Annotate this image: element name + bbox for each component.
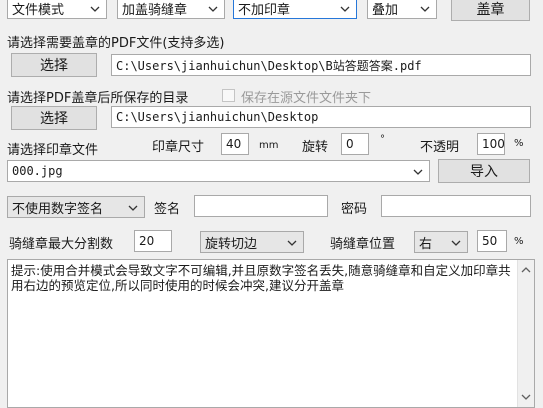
overlay-select[interactable]: 叠加	[367, 0, 437, 19]
stamp-select-value: 不加印章	[238, 2, 291, 18]
chevron-down-icon	[413, 169, 423, 175]
max-split-label: 骑缝章最大分割数	[9, 237, 114, 252]
seal-size-unit: mm	[259, 140, 279, 151]
position-unit: %	[514, 236, 524, 247]
mode-select[interactable]: 文件模式	[7, 0, 107, 19]
signature-password-input[interactable]	[381, 195, 531, 217]
chevron-down-icon	[340, 6, 350, 12]
seal-size-label: 印章尺寸	[152, 140, 205, 155]
seal-type-select[interactable]: 加盖骑缝章	[117, 0, 225, 19]
stamp-select[interactable]: 不加印章	[233, 0, 357, 19]
same-folder-label: 保存在源文件文件夹下	[241, 91, 372, 106]
seal-file-select[interactable]: 000.jpg	[7, 160, 430, 182]
notice-text: 提示:使用合并模式会导致文字不可编辑,并且原数字签名丢失,随意骑缝章和自定义加印…	[11, 263, 511, 293]
output-browse-button[interactable]: 选择	[11, 106, 97, 130]
import-button[interactable]: 导入	[438, 159, 530, 183]
rotate-input[interactable]: 0	[341, 133, 369, 155]
seal-type-select-value: 加盖骑缝章	[122, 2, 188, 18]
scroll-up-icon[interactable]	[518, 262, 534, 278]
chevron-down-icon	[287, 240, 297, 246]
position-select[interactable]: 右	[414, 231, 468, 253]
output-label: 请选择PDF盖章后所保存的目录	[7, 91, 189, 106]
cut-select-value: 旋转切边	[205, 236, 258, 252]
max-split-input[interactable]: 20	[134, 230, 172, 252]
opacity-label: 不透明	[420, 140, 460, 155]
signature-name-label: 签名	[154, 202, 181, 217]
chevron-down-icon	[451, 240, 461, 246]
seal-size-input[interactable]: 40	[221, 133, 249, 155]
signature-name-input[interactable]	[194, 195, 328, 217]
signature-select-value: 不使用数字签名	[12, 201, 104, 217]
source-browse-button[interactable]: 选择	[11, 53, 97, 77]
vertical-scrollbar[interactable]	[517, 260, 534, 407]
output-path-field[interactable]: C:\Users\jianhuichun\Desktop	[111, 106, 531, 128]
signature-select[interactable]: 不使用数字签名	[7, 196, 145, 218]
chevron-down-icon	[420, 6, 430, 12]
cut-select[interactable]: 旋转切边	[200, 231, 304, 253]
signature-password-label: 密码	[341, 202, 368, 217]
seal-file-label: 请选择印章文件	[7, 143, 99, 158]
position-input[interactable]: 50	[477, 230, 507, 252]
overlay-select-value: 叠加	[372, 2, 399, 18]
chevron-down-icon	[208, 6, 218, 12]
notice-textarea[interactable]: 提示:使用合并模式会导致文字不可编辑,并且原数字签名丢失,随意骑缝章和自定义加印…	[7, 259, 535, 408]
rotate-label: 旋转	[302, 140, 329, 155]
opacity-unit: %	[514, 138, 524, 149]
source-label: 请选择需要盖章的PDF文件(支持多选)	[7, 36, 225, 51]
stamp-button[interactable]: 盖章	[451, 0, 530, 21]
scroll-down-icon[interactable]	[518, 389, 534, 405]
same-folder-checkbox[interactable]	[222, 89, 235, 102]
chevron-down-icon	[90, 6, 100, 12]
chevron-down-icon	[128, 205, 138, 211]
mode-select-value: 文件模式	[12, 2, 65, 18]
position-label: 骑缝章位置	[330, 237, 396, 252]
position-select-value: 右	[419, 236, 433, 252]
opacity-input[interactable]: 100	[477, 133, 505, 155]
seal-file-select-value: 000.jpg	[12, 164, 63, 178]
source-path-field[interactable]: C:\Users\jianhuichun\Desktop\B站答题答案.pdf	[111, 54, 531, 76]
rotate-unit: °	[380, 134, 385, 145]
